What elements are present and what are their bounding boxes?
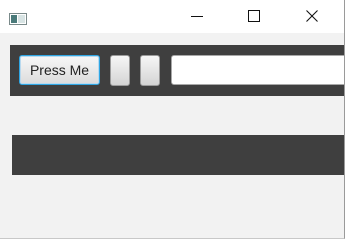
small-button-1[interactable]	[110, 55, 130, 86]
text-input[interactable]	[171, 55, 344, 85]
toolbar: Press Me	[10, 45, 344, 96]
maximize-button[interactable]	[231, 0, 277, 33]
close-icon	[306, 7, 318, 26]
app-icon	[9, 10, 27, 25]
small-button-2[interactable]	[140, 55, 160, 86]
maximize-icon	[248, 7, 260, 26]
minimize-icon	[191, 7, 203, 26]
title-bar[interactable]	[0, 0, 344, 33]
press-me-button[interactable]: Press Me	[19, 55, 100, 85]
close-button[interactable]	[289, 0, 335, 33]
minimize-button[interactable]	[174, 0, 220, 33]
dark-panel	[12, 135, 344, 175]
app-window: Press Me	[0, 0, 345, 239]
